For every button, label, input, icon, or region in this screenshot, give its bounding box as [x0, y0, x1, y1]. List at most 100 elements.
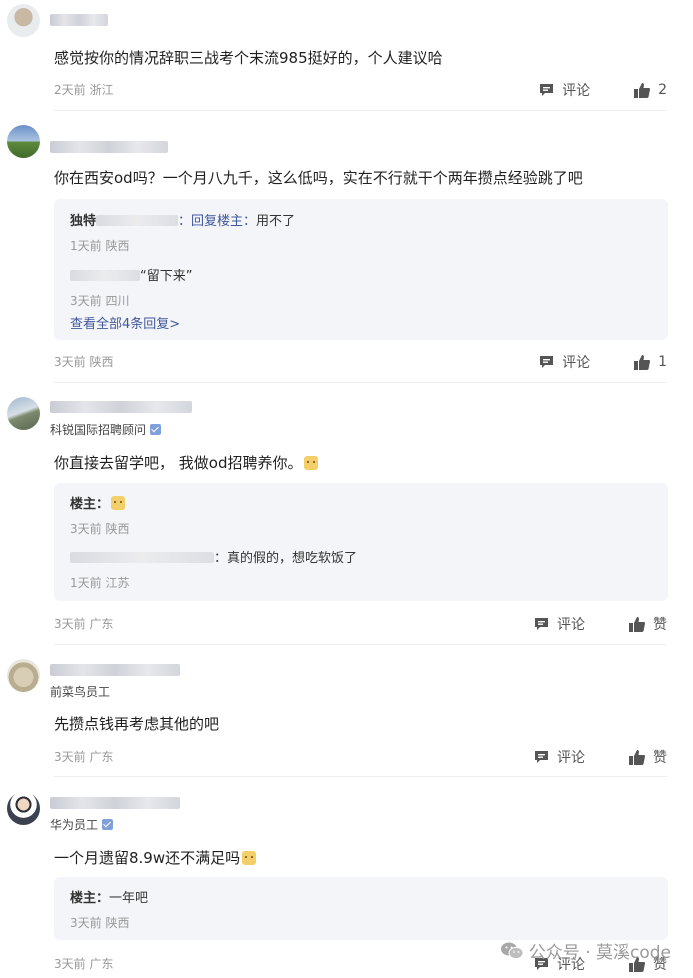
comment-item: 前菜鸟员工 先攒点钱再考虑其他的吧 3天前 广东 评论 赞 — [0, 646, 693, 778]
comment-time: 3天前 — [54, 617, 86, 631]
reply-author-blurred[interactable] — [70, 552, 214, 563]
reply-author-blurred — [96, 215, 179, 226]
avatar[interactable] — [7, 659, 40, 692]
like-count: 2 — [658, 82, 667, 98]
reply-content: 一年吧 — [109, 891, 149, 906]
divider — [54, 776, 667, 777]
avatar[interactable] — [7, 125, 40, 158]
comment-actions: 评论 赞 — [534, 614, 667, 634]
divider — [54, 382, 667, 383]
wechat-icon — [500, 942, 523, 959]
comment-location: 广东 — [89, 957, 114, 971]
comment-actions: 评论 2 — [539, 80, 667, 100]
comment-meta: 3天前 广东 — [54, 615, 113, 632]
reply-item: ：真的假的，想吃软饭了 — [70, 547, 357, 566]
reply-item: 楼主：一年吧 — [70, 887, 148, 906]
comment-time: 3天前 — [54, 957, 86, 971]
comment-time: 3天前 — [54, 355, 86, 369]
reply-thread: 独特 ：回复楼主：用不了 1天前 陕西 “留下来” 3天前 四川 查看全部4条回复… — [54, 199, 668, 340]
comment-icon — [535, 751, 548, 763]
divider — [54, 644, 667, 645]
avatar[interactable] — [7, 397, 40, 430]
emoji-icon — [304, 456, 319, 470]
reply-thread: 楼主：一年吧 3天前 陕西 — [54, 877, 668, 940]
reply-time: 1天前 — [70, 576, 102, 590]
comment-location: 陕西 — [89, 355, 114, 369]
view-all-replies-link[interactable]: 查看全部4条回复> — [70, 313, 180, 332]
comment-actions: 评论 1 — [539, 352, 667, 372]
comment-time: 2天前 — [54, 83, 86, 97]
comment-text: 你在西安od吗？一个月八九千，这么低吗，实在不行就干个两年攒点经验跳了吧 — [54, 169, 583, 187]
verified-icon — [150, 424, 162, 435]
comment-text: 你直接去留学吧， 我做od招聘养你。 — [54, 452, 319, 473]
comment-location: 广东 — [89, 617, 114, 631]
reply-meta: 3天前 陕西 — [70, 914, 129, 931]
reply-author[interactable]: 楼主： — [70, 497, 109, 512]
reply-item: “留下来” — [70, 265, 192, 284]
watermark: 公众号 · 莫溪code — [500, 938, 671, 963]
comment-item: 感觉按你的情况辞职三战考个末流985挺好的，个人建议哈 2天前 浙江 评论 2 — [0, 0, 693, 112]
like-button[interactable]: 赞 — [629, 614, 667, 634]
watermark-text: 公众号 · 莫溪code — [528, 943, 671, 963]
reply-time: 3天前 — [70, 294, 102, 308]
reply-time: 3天前 — [70, 916, 102, 930]
reply-author[interactable]: 独特 — [70, 214, 96, 229]
comment-location: 浙江 — [89, 83, 114, 97]
like-button[interactable]: 1 — [634, 354, 667, 370]
username-blurred[interactable] — [50, 401, 192, 413]
reply-meta: 1天前 陕西 — [70, 237, 129, 254]
avatar[interactable] — [7, 4, 40, 37]
username-blurred[interactable] — [50, 664, 180, 676]
reply-item: 楼主： — [70, 493, 126, 512]
comment-icon — [535, 618, 548, 630]
verified-icon — [102, 819, 114, 830]
thumbs-up-icon — [634, 82, 651, 98]
thumbs-up-icon — [629, 616, 645, 632]
emoji-icon — [242, 851, 257, 865]
comment-text: 一个月遗留8.9w还不满足吗 — [54, 847, 257, 868]
reply-author[interactable]: 楼主： — [70, 891, 109, 906]
emoji-icon — [111, 496, 126, 510]
username-blurred[interactable] — [50, 14, 108, 26]
username-blurred[interactable] — [50, 141, 168, 153]
reply-author-blurred[interactable] — [70, 270, 140, 281]
comment-text-body: 你直接去留学吧， 我做od招聘养你。 — [54, 454, 303, 472]
reply-location: 四川 — [105, 294, 130, 308]
like-button[interactable]: 赞 — [629, 747, 667, 767]
like-button[interactable]: 2 — [634, 82, 667, 98]
reply-button[interactable]: 评论 — [539, 352, 590, 372]
reply-content: ：真的假的，想吃软饭了 — [214, 551, 358, 566]
comment-text-body: 一个月遗留8.9w还不满足吗 — [54, 849, 241, 867]
reply-meta: 3天前 四川 — [70, 292, 129, 309]
reply-location: 江苏 — [105, 576, 130, 590]
reply-label: 评论 — [557, 617, 585, 633]
reply-location: 陕西 — [105, 916, 130, 930]
username-blurred[interactable] — [50, 797, 180, 809]
divider — [54, 110, 667, 111]
comment-item: 你在西安od吗？一个月八九千，这么低吗，实在不行就干个两年攒点经验跳了吧 独特 ：… — [0, 112, 693, 384]
reply-content: 用不了 — [256, 214, 296, 229]
comment-icon — [540, 84, 554, 96]
reply-item: 独特 ：回复楼主：用不了 — [70, 210, 295, 229]
reply-time: 3天前 — [70, 522, 102, 536]
reply-to[interactable]: ：回复楼主： — [178, 214, 256, 229]
comment-meta: 3天前 陕西 — [54, 353, 113, 370]
reply-button[interactable]: 评论 — [534, 614, 585, 634]
like-count: 1 — [658, 354, 667, 370]
avatar[interactable] — [7, 792, 40, 825]
comment-text: 感觉按你的情况辞职三战考个末流985挺好的，个人建议哈 — [54, 49, 443, 67]
comment-item: 科锐国际招聘顾问 你直接去留学吧， 我做od招聘养你。 楼主： 3天前 陕西 ：… — [0, 384, 693, 646]
user-role: 前菜鸟员工 — [50, 685, 111, 699]
thumbs-up-icon — [629, 749, 645, 765]
reply-button[interactable]: 评论 — [539, 80, 590, 100]
like-label: 赞 — [653, 617, 667, 633]
reply-label: 评论 — [562, 355, 591, 371]
reply-location: 陕西 — [105, 522, 130, 536]
comment-meta: 3天前 广东 — [54, 748, 113, 765]
reply-meta: 3天前 陕西 — [70, 520, 129, 537]
user-role: 华为员工 — [50, 816, 114, 833]
user-role-text: 华为员工 — [50, 818, 99, 832]
like-label: 赞 — [653, 750, 667, 766]
reply-button[interactable]: 评论 — [534, 747, 585, 767]
comment-icon — [540, 356, 554, 368]
